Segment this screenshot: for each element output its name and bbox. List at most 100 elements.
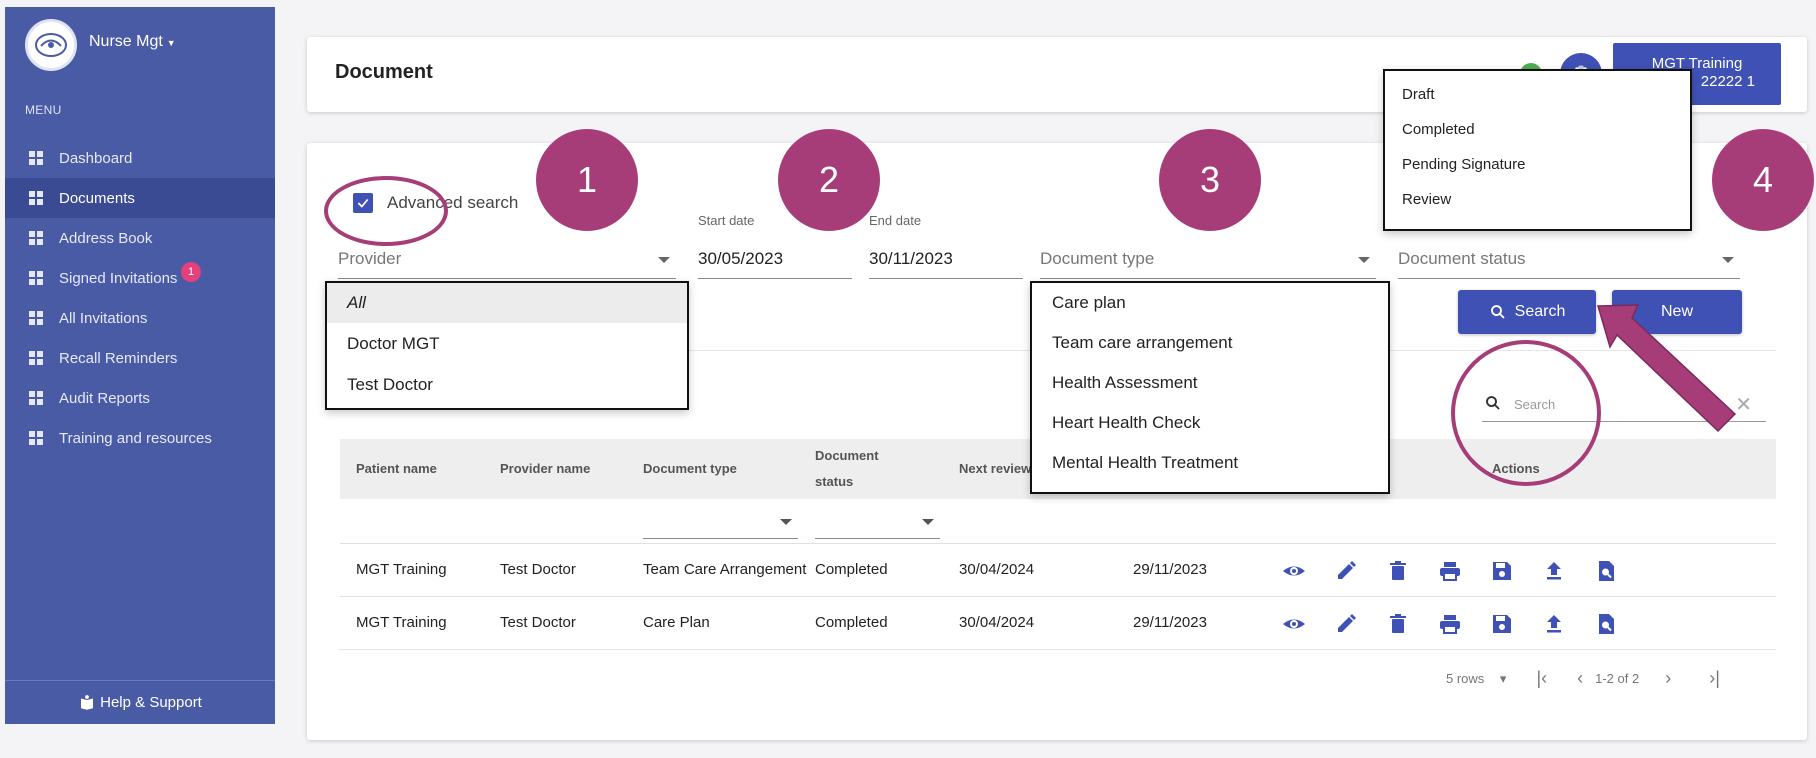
table-row[interactable]: MGT Training Test Doctor Team Care Arran… xyxy=(340,543,1776,596)
save-icon[interactable] xyxy=(1488,610,1516,638)
status-column-filter[interactable] xyxy=(815,505,940,539)
annotation-badge-4: 4 xyxy=(1712,129,1814,231)
end-date-label: End date xyxy=(869,213,922,228)
cell-patient: MGT Training xyxy=(356,614,447,631)
sidebar-item-label: All Invitations xyxy=(59,309,148,327)
menu-item-status[interactable]: Review xyxy=(1385,182,1690,217)
document-status-placeholder: Document status xyxy=(1398,249,1526,268)
column-header: status xyxy=(815,474,854,489)
dashboard-icon xyxy=(29,231,43,245)
column-header[interactable]: Document xyxy=(815,443,879,469)
menu-item-doctype[interactable]: Team care arrangement xyxy=(1032,323,1388,363)
menu-item-doctype[interactable]: Care plan xyxy=(1032,283,1388,323)
annotation-badge-3: 3 xyxy=(1159,129,1261,231)
dashboard-icon xyxy=(29,311,43,325)
help-book-icon xyxy=(81,694,94,710)
menu-item-doctype[interactable]: Health Assessment xyxy=(1032,363,1388,403)
edit-icon[interactable] xyxy=(1332,557,1360,585)
column-header[interactable]: Patient name xyxy=(356,456,437,482)
menu-item-provider[interactable]: Doctor MGT xyxy=(327,323,687,364)
first-page-icon[interactable]: |‹ xyxy=(1536,668,1547,689)
cell-next-review: 30/04/2024 xyxy=(959,614,1035,631)
row-actions xyxy=(1280,557,1644,585)
view-icon[interactable] xyxy=(1280,557,1308,585)
upload-icon[interactable] xyxy=(1540,610,1568,638)
document-status-select[interactable]: Document status xyxy=(1398,239,1740,279)
menu-item-provider[interactable]: All xyxy=(327,283,687,323)
column-header[interactable]: Provider name xyxy=(500,456,590,482)
type-column-filter[interactable] xyxy=(643,505,798,539)
print-icon[interactable] xyxy=(1436,610,1464,638)
annotation-badge-1: 1 xyxy=(536,129,638,231)
dashboard-icon xyxy=(29,271,43,285)
start-date-label: Start date xyxy=(698,213,755,228)
edit-icon[interactable] xyxy=(1332,610,1360,638)
cell-status: Completed xyxy=(815,561,888,578)
brand-label: Nurse Mgt xyxy=(89,33,163,50)
start-date-field[interactable]: Start date 30/05/2023 xyxy=(698,213,852,279)
new-button[interactable]: New xyxy=(1612,290,1742,334)
sidebar-item-dashboard[interactable]: Dashboard xyxy=(5,138,275,178)
menu-item-status[interactable]: Draft xyxy=(1385,77,1690,112)
last-page-icon[interactable]: ›| xyxy=(1709,668,1720,689)
cell-date: 29/11/2023 xyxy=(1133,561,1207,578)
menu-item-status[interactable]: Pending Signature xyxy=(1385,147,1690,182)
delete-icon[interactable] xyxy=(1384,610,1412,638)
menu-item-status[interactable]: Completed xyxy=(1385,112,1690,147)
app-logo xyxy=(25,19,77,71)
dropdown-arrow-icon xyxy=(922,519,934,525)
page-range: 1-2 of 2 xyxy=(1595,671,1640,686)
sidebar-item-label: Audit Reports xyxy=(59,389,150,407)
sidebar-item-label: Documents xyxy=(59,189,135,207)
menu-item-doctype[interactable]: Mental Health Treatment xyxy=(1032,443,1388,483)
document-type-select[interactable]: Document type xyxy=(1040,239,1376,279)
help-label: Help & Support xyxy=(100,694,202,711)
dashboard-icon xyxy=(29,351,43,365)
print-icon[interactable] xyxy=(1436,557,1464,585)
cell-status: Completed xyxy=(815,614,888,631)
cell-patient: MGT Training xyxy=(356,561,447,578)
find-document-icon[interactable] xyxy=(1592,610,1620,638)
provider-dropdown-menu: All Doctor MGT Test Doctor xyxy=(325,281,689,410)
upload-icon[interactable] xyxy=(1540,557,1568,585)
view-icon[interactable] xyxy=(1280,610,1308,638)
end-date-field[interactable]: End date 30/11/2023 xyxy=(869,213,1023,279)
sidebar-item-recall-reminders[interactable]: Recall Reminders xyxy=(5,338,275,378)
dashboard-icon xyxy=(29,431,43,445)
sidebar-item-audit-reports[interactable]: Audit Reports xyxy=(5,378,275,418)
cell-type: Team Care Arrangement xyxy=(643,561,807,578)
brand-menu[interactable]: Nurse Mgt ▼ xyxy=(89,33,176,51)
column-header[interactable]: Document type xyxy=(643,456,737,482)
dashboard-icon xyxy=(29,151,43,165)
sidebar-item-signed-invitations[interactable]: Signed Invitations 1 xyxy=(5,258,275,298)
document-type-dropdown-menu: Care plan Team care arrangement Health A… xyxy=(1030,281,1390,494)
prev-page-icon[interactable]: ‹ xyxy=(1577,668,1583,689)
annotation-badge-2: 2 xyxy=(778,129,880,231)
save-icon[interactable] xyxy=(1488,557,1516,585)
provider-placeholder: Provider xyxy=(338,249,402,268)
cell-type: Care Plan xyxy=(643,614,710,631)
sidebar: Nurse Mgt ▼ MENU Dashboard Documents Addr… xyxy=(5,7,275,724)
help-support-link[interactable]: Help & Support xyxy=(5,680,275,724)
notification-badge: 1 xyxy=(181,262,201,282)
menu-item-provider[interactable]: Test Doctor xyxy=(327,364,687,405)
menu-item-doctype[interactable]: Heart Health Check xyxy=(1032,403,1388,443)
find-document-icon[interactable] xyxy=(1592,557,1620,585)
highlight-ring-table-search xyxy=(1451,340,1601,486)
sidebar-item-address-book[interactable]: Address Book xyxy=(5,218,275,258)
dropdown-arrow-icon xyxy=(658,257,670,263)
sidebar-item-training[interactable]: Training and resources xyxy=(5,418,275,458)
sidebar-item-documents[interactable]: Documents xyxy=(5,178,275,218)
new-button-label: New xyxy=(1660,303,1693,320)
sidebar-item-all-invitations[interactable]: All Invitations xyxy=(5,298,275,338)
page-title: Document xyxy=(335,61,433,83)
rows-per-page-select[interactable]: 5 rows ▾ xyxy=(1446,671,1506,687)
column-header[interactable]: Next review xyxy=(959,456,1031,482)
table-footer-divider xyxy=(338,649,1776,650)
next-page-icon[interactable]: › xyxy=(1665,668,1671,689)
delete-icon[interactable] xyxy=(1384,557,1412,585)
close-icon[interactable]: ✕ xyxy=(1735,392,1752,417)
end-date-value: 30/11/2023 xyxy=(869,249,953,268)
search-button[interactable]: Search xyxy=(1458,290,1596,334)
table-row[interactable]: MGT Training Test Doctor Care Plan Compl… xyxy=(340,596,1776,649)
